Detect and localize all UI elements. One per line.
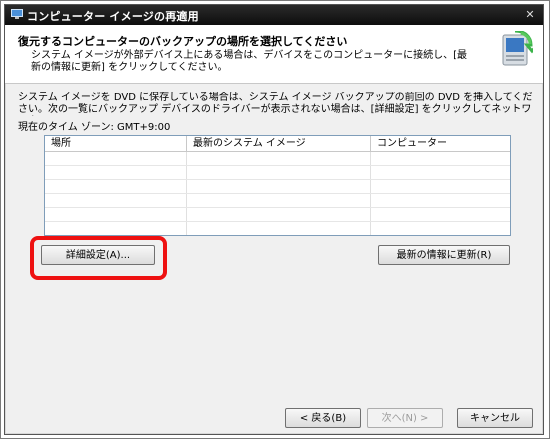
table-cell: [187, 208, 371, 221]
instruction-text: システム イメージを DVD に保存している場合は、システム イメージ バックア…: [18, 92, 533, 115]
table-row[interactable]: [45, 194, 510, 208]
table-cell: [45, 166, 187, 179]
close-icon[interactable]: ✕: [523, 8, 537, 21]
table-cell: [187, 152, 371, 165]
table-cell: [187, 222, 371, 235]
table-cell: [371, 180, 510, 193]
table-row[interactable]: [45, 180, 510, 194]
next-button[interactable]: 次へ(N) >: [367, 408, 443, 428]
window-title: コンピューター イメージの再適用: [27, 10, 199, 23]
table-cell: [371, 194, 510, 207]
column-header-location[interactable]: 場所: [45, 136, 187, 151]
table-cell: [371, 208, 510, 221]
table-row[interactable]: [45, 166, 510, 180]
table-cell: [45, 180, 187, 193]
table-cell: [45, 152, 187, 165]
table-cell: [45, 222, 187, 235]
table-cell: [187, 166, 371, 179]
table-header: 場所 最新のシステム イメージ コンピューター: [45, 136, 510, 152]
table-cell: [371, 166, 510, 179]
table-cell: [187, 194, 371, 207]
app-icon: [11, 9, 23, 19]
highlight-annotation: [30, 236, 167, 280]
title-bar[interactable]: コンピューター イメージの再適用 ✕: [5, 5, 543, 25]
table-cell: [371, 222, 510, 235]
screenshot-frame: コンピューター イメージの再適用 ✕ 復元するコンピューターのバックアップの場所…: [0, 0, 550, 439]
table-body: [45, 152, 510, 235]
table-row[interactable]: [45, 208, 510, 222]
table-cell: [45, 208, 187, 221]
computer-restore-icon: [502, 31, 533, 66]
column-header-latest-image[interactable]: 最新のシステム イメージ: [187, 136, 371, 151]
refresh-button[interactable]: 最新の情報に更新(R): [378, 245, 510, 265]
table-cell: [187, 180, 371, 193]
header-description: システム イメージが外部デバイス上にある場合は、デバイスをこのコンピューターに接…: [31, 50, 467, 73]
table-cell: [45, 194, 187, 207]
wizard-header: 復元するコンピューターのバックアップの場所を選択してください システム イメージ…: [5, 25, 543, 84]
table-cell: [371, 152, 510, 165]
table-row[interactable]: [45, 222, 510, 235]
backup-location-table[interactable]: 場所 最新のシステム イメージ コンピューター: [44, 135, 511, 236]
column-header-computer[interactable]: コンピューター: [371, 136, 510, 151]
timezone-label: 現在のタイム ゾーン: GMT+9:00: [18, 122, 171, 133]
table-row[interactable]: [45, 152, 510, 166]
dialog-window: コンピューター イメージの再適用 ✕ 復元するコンピューターのバックアップの場所…: [4, 4, 544, 435]
cancel-button[interactable]: キャンセル: [457, 408, 533, 428]
header-title: 復元するコンピューターのバックアップの場所を選択してください: [18, 35, 348, 48]
back-button[interactable]: < 戻る(B): [285, 408, 361, 428]
